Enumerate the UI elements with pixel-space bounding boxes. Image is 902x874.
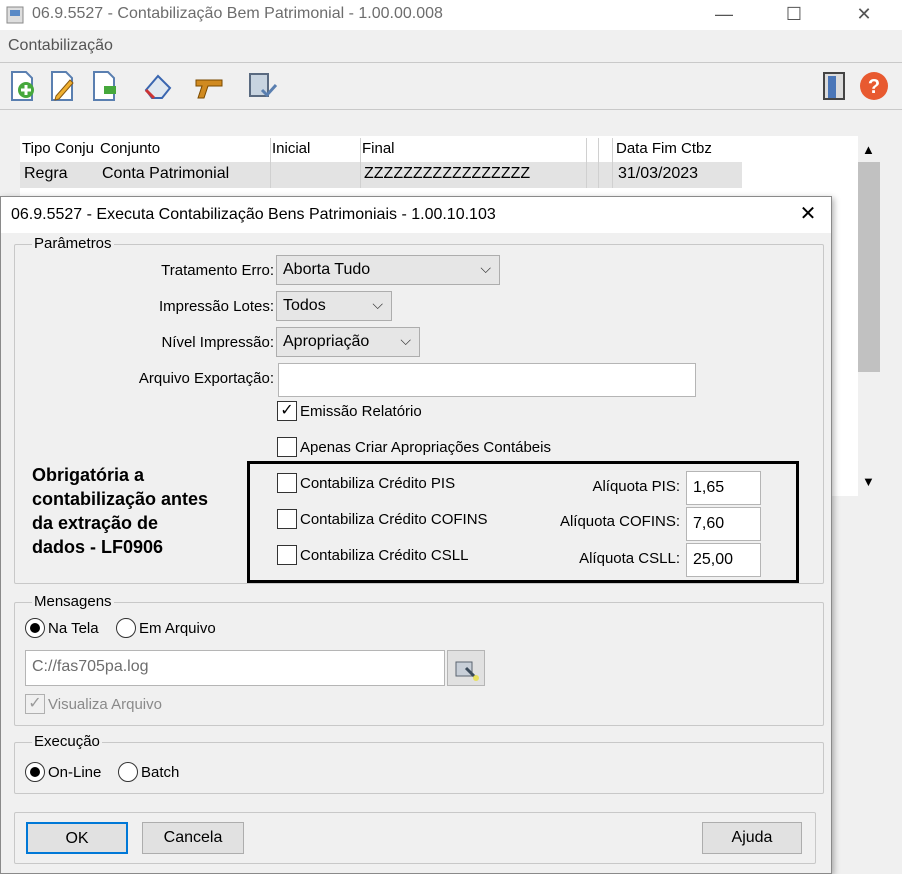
ajuda-button[interactable]: Ajuda xyxy=(702,822,802,854)
grid-cell-final: ZZZZZZZZZZZZZZZZZ xyxy=(364,165,531,182)
arquivo-exportacao-label: Arquivo Exportação: xyxy=(138,370,274,387)
nivel-impressao-label: Nível Impressão: xyxy=(161,334,274,351)
na-tela-radio[interactable] xyxy=(25,618,45,638)
scroll-up-icon[interactable]: ▲ xyxy=(862,142,875,157)
grid-divider xyxy=(612,138,613,188)
impressao-lotes-label: Impressão Lotes: xyxy=(158,298,274,315)
toolbar xyxy=(0,62,902,110)
dialog-title-bar: 06.9.5527 - Executa Contabilização Bens … xyxy=(1,197,831,233)
grid-header-data-fim-ctbz[interactable]: Data Fim Ctbz xyxy=(616,140,742,157)
scroll-thumb[interactable] xyxy=(858,162,880,372)
app-icon xyxy=(6,6,24,24)
grid-header-final[interactable]: Final xyxy=(362,140,582,157)
visualiza-arquivo-checkbox[interactable]: ✓ xyxy=(25,694,45,714)
mensagens-group-label: Mensagens xyxy=(32,593,114,610)
tratamento-erro-select[interactable]: Aborta Tudo ⌵ xyxy=(276,255,500,285)
nivel-impressao-select[interactable]: Apropriação ⌵ xyxy=(276,327,420,357)
annotation-line: dados - LF0906 xyxy=(32,537,164,557)
grid-cell-tipo: Regra xyxy=(24,165,68,182)
grid-cell-conjunto: Conta Patrimonial xyxy=(102,165,230,182)
impressao-lotes-select[interactable]: Todos ⌵ xyxy=(276,291,392,321)
eraser-icon[interactable] xyxy=(142,70,174,102)
dialog-close-button[interactable]: ✕ xyxy=(791,201,825,229)
button-bar xyxy=(14,812,816,864)
grid-header-inicial[interactable]: Inicial xyxy=(272,140,358,157)
menu-item-contabilizacao[interactable]: Contabilização xyxy=(8,37,113,55)
annotation-line: Obrigatória a xyxy=(32,465,145,485)
na-tela-label: Na Tela xyxy=(48,620,99,637)
window-title: 06.9.5527 - Contabilização Bem Patrimoni… xyxy=(32,5,443,22)
grid-divider xyxy=(586,138,587,188)
help-icon[interactable]: ? xyxy=(858,70,890,102)
title-bar: 06.9.5527 - Contabilização Bem Patrimoni… xyxy=(0,0,902,30)
add-icon[interactable] xyxy=(6,70,38,102)
impressao-lotes-value: Todos xyxy=(283,297,326,314)
checkmark-icon: ✓ xyxy=(28,695,42,712)
exit-door-icon[interactable] xyxy=(818,70,850,102)
grid-cell-data-fim: 31/03/2023 xyxy=(618,165,699,182)
grid-header-tipo-conjunto[interactable]: Tipo Conju xyxy=(22,140,96,157)
visualiza-arquivo-label: Visualiza Arquivo xyxy=(48,696,162,713)
radio-selected-dot xyxy=(30,767,40,777)
emissao-relatorio-checkbox[interactable]: ✓ xyxy=(277,401,297,421)
online-label: On-Line xyxy=(48,764,102,781)
grid-divider xyxy=(360,138,361,188)
copy-icon[interactable] xyxy=(88,70,120,102)
scroll-down-icon[interactable]: ▼ xyxy=(862,474,875,489)
batch-label: Batch xyxy=(141,764,180,781)
annotation-line: contabilização antes xyxy=(32,489,209,509)
apenas-criar-checkbox[interactable] xyxy=(277,437,297,457)
chevron-down-icon: ⌵ xyxy=(400,332,411,348)
highlight-box xyxy=(247,461,799,583)
edit-icon[interactable] xyxy=(46,70,78,102)
apenas-criar-label: Apenas Criar Apropriações Contábeis xyxy=(300,439,551,456)
annotation-note: Obrigatória a contabilização antes da ex… xyxy=(32,463,208,559)
ok-button[interactable]: OK xyxy=(26,822,128,854)
vertical-scrollbar[interactable]: ▲ ▼ xyxy=(858,136,880,496)
em-arquivo-radio[interactable] xyxy=(116,618,136,638)
dialog-title: 06.9.5527 - Executa Contabilização Bens … xyxy=(11,206,496,223)
grid-divider xyxy=(270,138,271,188)
arquivo-log-input[interactable]: C://fas705pa.log xyxy=(25,650,445,686)
close-button[interactable]: ✕ xyxy=(844,2,884,28)
arquivo-exportacao-input[interactable] xyxy=(278,363,696,397)
emissao-relatorio-label: Emissão Relatório xyxy=(300,403,422,420)
chevron-down-icon: ⌵ xyxy=(372,296,383,312)
browse-icon xyxy=(455,661,479,681)
minimize-button[interactable]: — xyxy=(704,2,744,28)
radio-selected-dot xyxy=(30,623,40,633)
grid-header-conjunto[interactable]: Conjunto xyxy=(100,140,268,157)
tratamento-erro-label: Tratamento Erro: xyxy=(161,262,274,279)
gun-icon[interactable] xyxy=(194,70,226,102)
execucao-group-label: Execução xyxy=(32,733,102,750)
em-arquivo-label: Em Arquivo xyxy=(139,620,216,637)
tratamento-erro-value: Aborta Tudo xyxy=(283,261,371,278)
svg-text:?: ? xyxy=(868,76,880,98)
grid-divider xyxy=(598,138,599,188)
parametros-group-label: Parâmetros xyxy=(32,235,114,252)
browse-file-button[interactable] xyxy=(447,650,485,686)
batch-radio[interactable] xyxy=(118,762,138,782)
document-check-icon[interactable] xyxy=(246,70,278,102)
chevron-down-icon: ⌵ xyxy=(480,260,491,276)
cancela-button[interactable]: Cancela xyxy=(142,822,244,854)
online-radio[interactable] xyxy=(25,762,45,782)
annotation-line: da extração de xyxy=(32,513,159,533)
maximize-button[interactable]: ☐ xyxy=(774,2,814,28)
nivel-impressao-value: Apropriação xyxy=(283,333,370,350)
menu-bar xyxy=(0,30,902,62)
checkmark-icon: ✓ xyxy=(280,402,294,419)
